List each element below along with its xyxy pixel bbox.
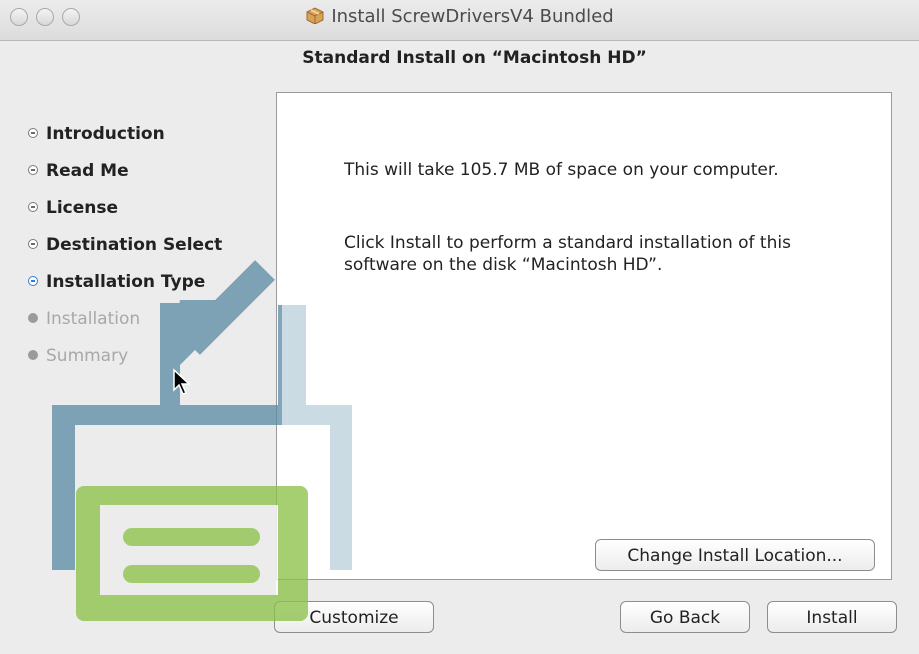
space-required-text: This will take 105.7 MB of space on your… [344,160,779,180]
step-label: Installation [46,309,141,329]
step-label: Introduction [46,124,165,144]
window-title: Install ScrewDriversV4 Bundled [331,6,614,27]
install-info-text: Click Install to perform a standard inst… [344,233,791,275]
step-installation-type: Installation Type [28,272,205,292]
step-label: Installation Type [46,272,206,292]
step-bullet-icon [28,239,38,249]
go-back-button[interactable]: Go Back [620,601,750,633]
step-bullet-icon [28,128,38,138]
step-introduction: Introduction [28,124,165,144]
step-label: Destination Select [46,235,223,255]
install-button[interactable]: Install [767,601,897,633]
step-label: Read Me [46,161,129,181]
window-title-container: Install ScrewDriversV4 Bundled [0,6,919,27]
step-bullet-icon [28,202,38,212]
title-bar: Install ScrewDriversV4 Bundled [0,0,919,41]
page-title: Standard Install on “Macintosh HD” [302,48,647,68]
change-install-location-button[interactable]: Change Install Location... [595,539,875,571]
step-bullet-active-icon [28,276,38,286]
step-bullet-icon [28,313,38,323]
step-destination-select: Destination Select [28,235,222,255]
content-panel: This will take 105.7 MB of space on your… [276,92,892,580]
package-icon [306,7,324,24]
step-read-me: Read Me [28,161,129,181]
mouse-pointer-icon [173,368,191,395]
step-label: License [46,198,119,218]
step-label: Summary [46,346,129,366]
customize-button[interactable]: Customize [274,601,434,633]
step-bullet-icon [28,350,38,360]
step-summary: Summary [28,346,128,366]
watermark-arrow-head [170,300,245,375]
step-license: License [28,198,118,218]
step-bullet-icon [28,165,38,175]
step-installation: Installation [28,309,140,329]
